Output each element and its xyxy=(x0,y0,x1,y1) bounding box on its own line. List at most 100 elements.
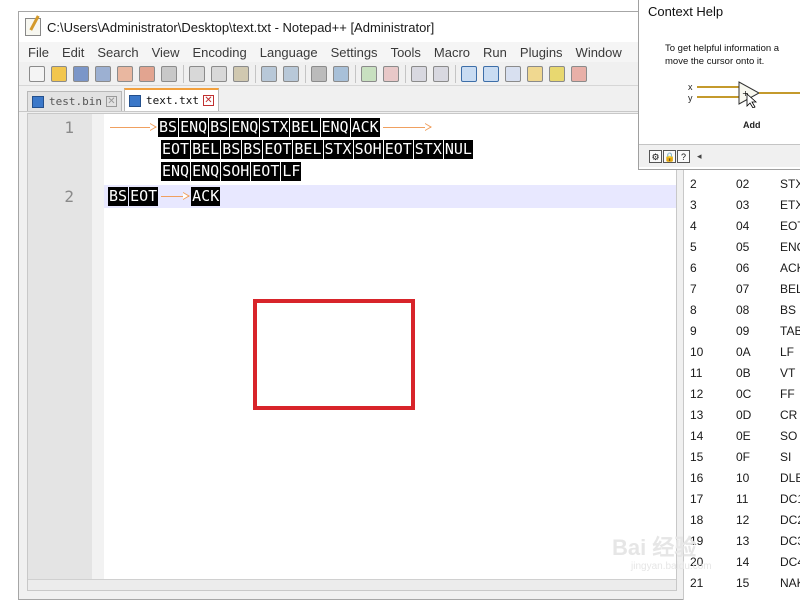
toolbar-separator xyxy=(355,64,356,83)
control-char: BS xyxy=(242,139,263,159)
print-icon[interactable] xyxy=(161,65,177,82)
table-row: 9 09 TAB xyxy=(690,320,800,341)
zoom-out-icon[interactable] xyxy=(383,65,399,82)
open-folder-icon[interactable] xyxy=(51,65,67,82)
watermark-logo: Bai 经验 xyxy=(612,535,697,560)
char-cell: DC1 xyxy=(780,491,800,506)
menu-edit[interactable]: Edit xyxy=(61,45,85,60)
document-map-icon[interactable] xyxy=(549,65,565,82)
tab-arrow-icon xyxy=(161,191,191,200)
title-bar[interactable]: C:\Users\Administrator\Desktop\text.txt … xyxy=(19,12,687,43)
paste-icon[interactable] xyxy=(233,65,249,82)
context-help-window: Context Help To get helpful information … xyxy=(638,0,800,170)
hex-cell: 15 xyxy=(736,575,750,590)
decimal-cell: 12 xyxy=(690,386,704,401)
control-char: SOH xyxy=(221,161,251,181)
help-text-line: To get helpful information a xyxy=(665,43,780,54)
lock-icon[interactable]: 🔒 xyxy=(663,149,676,163)
help-icon[interactable]: ? xyxy=(677,149,690,163)
macro-record-icon[interactable] xyxy=(571,65,587,82)
hex-cell: 14 xyxy=(736,554,750,569)
code-line-1: BS ENQ BS ENQ STX BEL ENQ ACK xyxy=(108,116,433,138)
save-all-icon[interactable] xyxy=(95,65,111,82)
word-wrap-icon[interactable] xyxy=(461,65,477,82)
redo-icon[interactable] xyxy=(283,65,299,82)
decimal-cell: 15 xyxy=(690,449,704,464)
table-row: 8 08 BS xyxy=(690,299,800,320)
table-row: 5 05 ENQ xyxy=(690,236,800,257)
table-row: 11 0B VT xyxy=(690,362,800,383)
table-row: 21 15 NAK xyxy=(690,572,800,593)
hex-cell: 07 xyxy=(736,281,750,296)
table-row: 3 03 ETX xyxy=(690,194,800,215)
char-cell: SI xyxy=(780,449,792,464)
zoom-in-icon[interactable] xyxy=(361,65,377,82)
table-row: 17 11 DC1 xyxy=(690,488,800,509)
new-file-icon[interactable] xyxy=(29,65,45,82)
hex-cell: 0D xyxy=(736,407,752,422)
indent-guide-icon[interactable] xyxy=(505,65,521,82)
menu-language[interactable]: Language xyxy=(259,45,319,60)
menu-encoding[interactable]: Encoding xyxy=(192,45,248,60)
close-tab-icon[interactable]: ✕ xyxy=(105,96,117,107)
hex-cell: 03 xyxy=(736,197,750,212)
tab-text-txt[interactable]: text.txt ✕ xyxy=(123,88,219,111)
input-x-label: x xyxy=(688,82,693,92)
menu-settings[interactable]: Settings xyxy=(330,45,379,60)
menu-tools[interactable]: Tools xyxy=(390,45,422,60)
hex-cell: 05 xyxy=(736,239,750,254)
show-all-characters-icon[interactable] xyxy=(483,65,499,82)
menu-window[interactable]: Window xyxy=(575,45,623,60)
cut-icon[interactable] xyxy=(189,65,205,82)
scroll-left-icon[interactable]: ◂ xyxy=(697,151,702,162)
char-cell: SO xyxy=(780,428,798,443)
control-char: BS xyxy=(108,186,129,206)
find-icon[interactable] xyxy=(311,65,327,82)
menu-file[interactable]: File xyxy=(27,45,50,60)
menu-macro[interactable]: Macro xyxy=(433,45,471,60)
context-help-title[interactable]: Context Help xyxy=(639,0,800,23)
replace-icon[interactable] xyxy=(333,65,349,82)
ascii-table-panel: 2 02 STX 3 03 ETX 4 04 EOT 5 05 ENQ 6 06 ACK 7 07 BE… xyxy=(683,168,800,600)
char-cell: DC3 xyxy=(780,533,800,548)
fold-margin xyxy=(92,114,104,590)
sync-horizontal-icon[interactable] xyxy=(433,65,449,82)
menu-search[interactable]: Search xyxy=(96,45,139,60)
menu-view[interactable]: View xyxy=(151,45,181,60)
undo-icon[interactable] xyxy=(261,65,277,82)
save-icon[interactable] xyxy=(73,65,89,82)
control-char: NUL xyxy=(443,139,473,159)
close-tab-icon[interactable]: ✕ xyxy=(202,95,214,106)
close-file-icon[interactable] xyxy=(117,65,133,82)
hex-cell: 02 xyxy=(736,176,750,191)
hex-cell: 0C xyxy=(736,386,752,401)
hex-cell: 13 xyxy=(736,533,750,548)
status-bar xyxy=(28,579,676,590)
language-icon[interactable] xyxy=(527,65,543,82)
hex-cell: 10 xyxy=(736,470,750,485)
close-all-icon[interactable] xyxy=(139,65,155,82)
notepadpp-app-icon xyxy=(25,18,41,36)
sync-vertical-icon[interactable] xyxy=(411,65,427,82)
control-char: ACK xyxy=(350,117,380,137)
hex-cell: 04 xyxy=(736,218,750,233)
table-row: 7 07 BEL xyxy=(690,278,800,299)
control-char: STX xyxy=(260,117,290,137)
char-cell: DC2 xyxy=(780,512,800,527)
decimal-cell: 8 xyxy=(690,302,697,317)
code-line-1-wrap-2: ENQ ENQ SOH EOT LF xyxy=(161,160,302,182)
table-row: 15 0F SI xyxy=(690,446,800,467)
copy-icon[interactable] xyxy=(211,65,227,82)
decimal-cell: 10 xyxy=(690,344,704,359)
menu-plugins[interactable]: Plugins xyxy=(519,45,564,60)
control-char: BS xyxy=(221,139,242,159)
menu-run[interactable]: Run xyxy=(482,45,508,60)
decimal-cell: 9 xyxy=(690,323,697,338)
decimal-cell: 14 xyxy=(690,428,704,443)
table-row: 13 0D CR xyxy=(690,404,800,425)
hex-cell: 08 xyxy=(736,302,750,317)
tab-test-bin[interactable]: test.bin ✕ xyxy=(27,91,122,111)
gear-icon[interactable]: ⚙ xyxy=(649,149,662,163)
decimal-cell: 17 xyxy=(690,491,704,506)
control-char: BEL xyxy=(191,139,221,159)
